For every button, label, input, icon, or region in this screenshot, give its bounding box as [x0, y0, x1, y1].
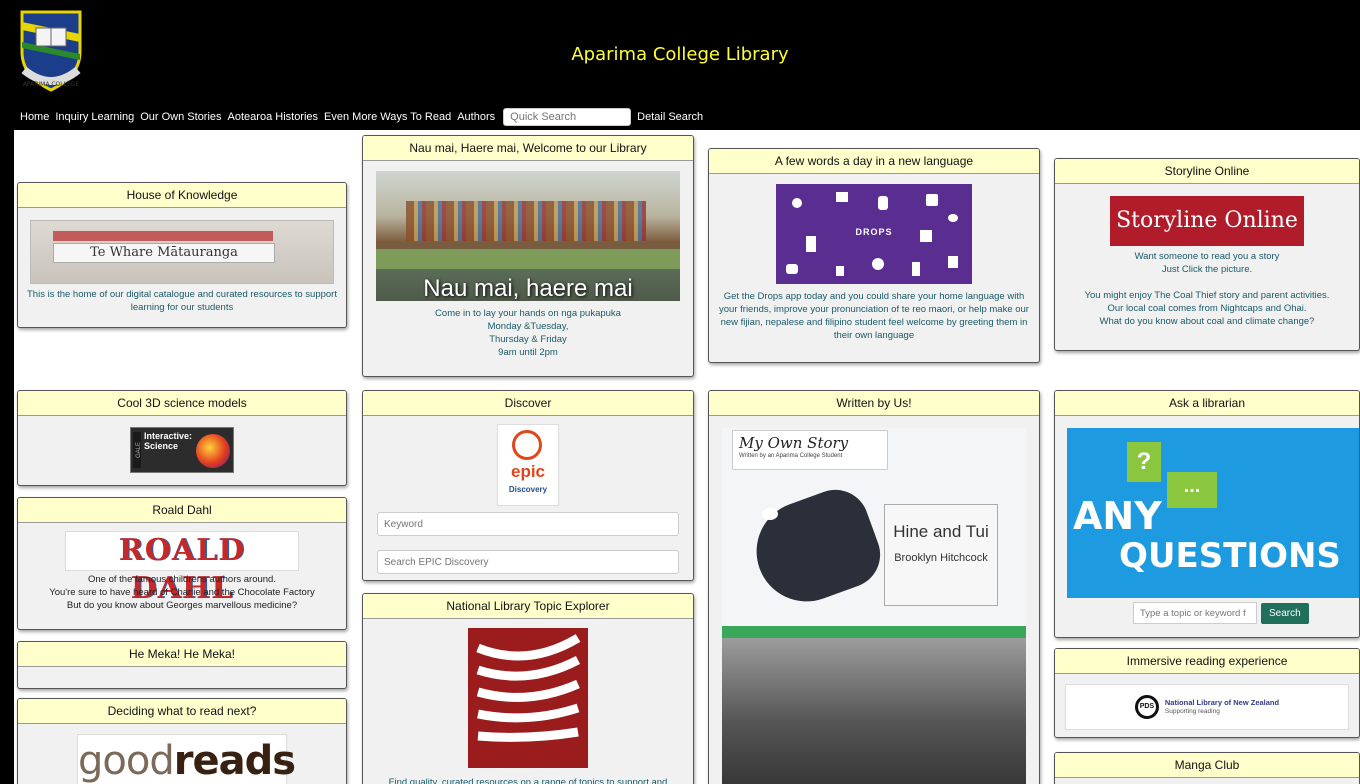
ask-librarian-search-button[interactable]: Search	[1261, 602, 1309, 624]
epic-logo-sub: Discovery	[508, 485, 548, 494]
card-title: Immersive reading experience	[1055, 649, 1359, 674]
interactive-science-text: Interactive: Science	[144, 431, 193, 451]
card-written-by-us: Written by Us! My Own Story Written by a…	[708, 390, 1040, 784]
nav-aotearoa-histories[interactable]: Aotearoa Histories	[228, 111, 319, 123]
story-author: Brooklyn Hitchcock	[894, 552, 988, 564]
site-title: Aparima College Library	[571, 44, 789, 65]
epic-discovery-logo[interactable]: epic Discovery	[497, 424, 559, 506]
goodreads-light: good	[78, 738, 175, 784]
drops-description: Get the Drops app today and you could sh…	[719, 291, 1029, 341]
nav-inquiry-learning[interactable]: Inquiry Learning	[55, 111, 134, 123]
written-by-us-image[interactable]: My Own Story Written by an Aparima Colle…	[722, 428, 1026, 784]
card-title: Discover	[363, 391, 693, 416]
card-national-library-topic-explorer: National Library Topic Explorer Find qua…	[362, 593, 694, 784]
goodreads-image[interactable]: goodreads	[77, 734, 296, 784]
card-title: A few words a day in a new language	[709, 149, 1039, 174]
card-title: Deciding what to read next?	[18, 699, 346, 724]
house-of-knowledge-image[interactable]: Te Whare Mātauranga	[30, 220, 334, 284]
library-photo[interactable]: Nau mai, haere mai	[376, 171, 680, 301]
interactive-science-image[interactable]: GALE Interactive: Science	[130, 427, 234, 473]
keyword-input[interactable]	[377, 512, 679, 536]
card-title: Roald Dahl	[18, 498, 346, 523]
library-photo-caption: Nau mai, haere mai	[423, 275, 633, 301]
main-content: House of Knowledge Te Whare Mātauranga T…	[14, 130, 1360, 784]
drops-app-image[interactable]: DROPS	[776, 184, 972, 284]
quick-search-input[interactable]	[503, 108, 632, 126]
nav-our-own-stories[interactable]: Our Own Stories	[140, 111, 221, 123]
card-title: Storyline Online	[1055, 159, 1359, 184]
storyline-online-image[interactable]: Storyline Online	[1110, 196, 1304, 246]
national-library-name: National Library of New Zealand	[1164, 698, 1280, 707]
any-questions-text-2: QUESTIONS	[1119, 536, 1341, 576]
topic-explorer-description: Find quality, curated resources on a ran…	[388, 777, 668, 784]
card-storyline-online: Storyline Online Storyline Online Want s…	[1054, 158, 1360, 351]
detail-search-link[interactable]: Detail Search	[637, 111, 703, 123]
storyline-description: Want someone to read you a story Just Cl…	[1084, 251, 1330, 327]
card-title: National Library Topic Explorer	[363, 594, 693, 619]
card-discover: Discover epic Discovery	[362, 390, 694, 581]
pds-logo-text: PDS	[1134, 695, 1159, 719]
nav-home[interactable]: Home	[20, 111, 49, 123]
topic-explorer-logo[interactable]	[468, 628, 588, 768]
epic-logo-text: epic	[510, 462, 546, 481]
roald-dahl-description: One of the famous childrens authors arou…	[49, 574, 315, 611]
any-questions-text-1: ANY	[1073, 494, 1162, 538]
card-manga-club: Manga Club	[1054, 752, 1360, 784]
story-title: Hine and Tui	[893, 522, 989, 541]
house-description: This is the home of our digital catalogu…	[27, 289, 337, 313]
card-title: House of Knowledge	[18, 183, 346, 208]
card-title: Written by Us!	[709, 391, 1039, 416]
card-title: Cool 3D science models	[18, 391, 346, 416]
top-bar: APARIMA COLLEGE Aparima College Library …	[0, 0, 1360, 130]
epic-search-input[interactable]	[377, 550, 679, 574]
card-ask-a-librarian: Ask a librarian ? ... ANY QUESTIONS Sear…	[1054, 390, 1360, 638]
national-library-logo[interactable]: PDS National Library of New Zealand Supp…	[1065, 684, 1349, 730]
ask-librarian-input[interactable]	[1133, 602, 1257, 624]
book-title: My Own Story	[739, 434, 849, 452]
any-questions-image[interactable]: ? ... ANY QUESTIONS	[1067, 428, 1359, 598]
nav-authors[interactable]: Authors	[457, 111, 495, 123]
card-title: Nau mai, Haere mai, Welcome to our Libra…	[363, 136, 693, 161]
goodreads-bold: reads	[173, 738, 296, 784]
card-house-of-knowledge: House of Knowledge Te Whare Mātauranga T…	[17, 182, 347, 328]
card-drops-language: A few words a day in a new language DROP…	[708, 148, 1040, 363]
svg-text:APARIMA COLLEGE: APARIMA COLLEGE	[23, 81, 80, 88]
nav-even-more-ways-to-read[interactable]: Even More Ways To Read	[324, 111, 451, 123]
welcome-description: Come in to lay your hands on nga pukapuk…	[435, 308, 621, 358]
card-title: Manga Club	[1055, 753, 1359, 778]
card-cool-3d-science: Cool 3D science models GALE Interactive:…	[17, 390, 347, 486]
roald-dahl-image[interactable]: ROALD DAHL	[65, 531, 299, 606]
card-welcome: Nau mai, Haere mai, Welcome to our Libra…	[362, 135, 694, 377]
card-immersive-reading: Immersive reading experience PDS Nationa…	[1054, 648, 1360, 738]
book-subtitle: Written by an Aparima College Student	[739, 453, 843, 459]
house-image-text: Te Whare Mātauranga	[53, 243, 275, 263]
card-title: He Meka! He Meka!	[18, 642, 346, 667]
card-roald-dahl: Roald Dahl ROALD DAHL One of the famous …	[17, 497, 347, 630]
main-nav: Home Inquiry Learning Our Own Stories Ao…	[20, 108, 709, 126]
national-library-sub: Supporting reading	[1164, 708, 1220, 715]
card-he-meka: He Meka! He Meka!	[17, 641, 347, 689]
gale-label: GALE	[133, 432, 142, 468]
card-title: Ask a librarian	[1055, 391, 1359, 416]
card-deciding-what-to-read: Deciding what to read next? goodreads	[17, 698, 347, 784]
